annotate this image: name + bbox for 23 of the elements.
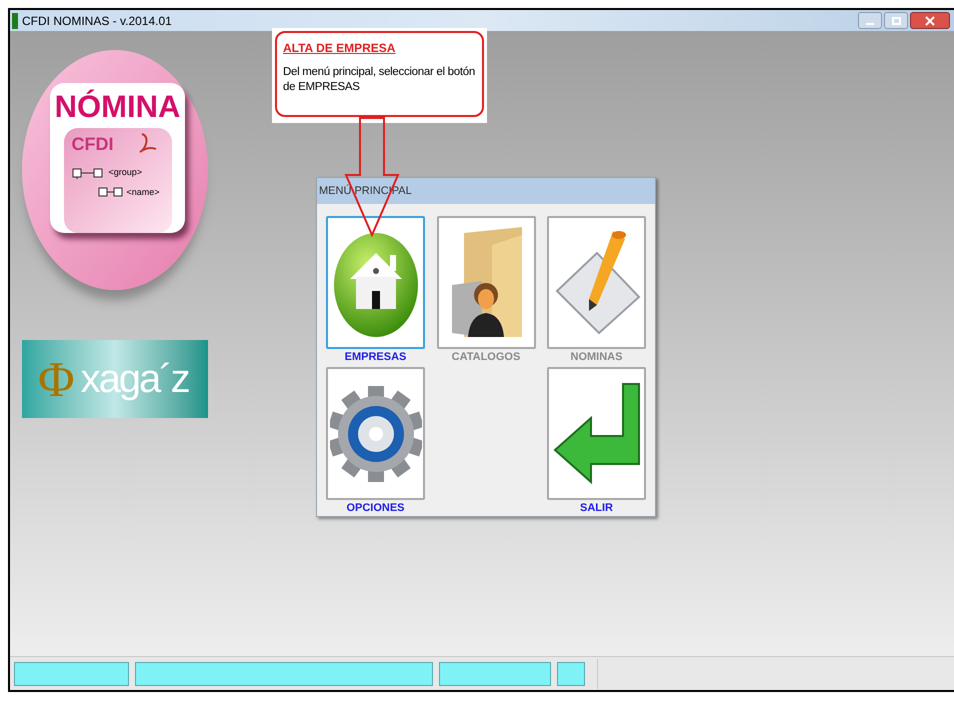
close-icon (925, 16, 935, 26)
minimize-button[interactable] (858, 12, 882, 29)
logo-subtitle: CFDI (72, 135, 114, 153)
logo-title: NÓMINA (54, 91, 180, 122)
close-button[interactable] (910, 12, 950, 29)
window-title: CFDI NOMINAS - v.2014.01 (22, 12, 172, 30)
menu-button[interactable] (326, 367, 425, 500)
callout-title: ALTA DE EMPRESA (283, 40, 396, 57)
tree-icon (98, 186, 124, 198)
app-icon (12, 12, 18, 28)
menu-button[interactable] (547, 367, 646, 500)
menu-button-label: EMPRESAS (344, 350, 406, 365)
menu-button-label: SALIR (580, 501, 613, 516)
brand-symbol: Φ (38, 354, 75, 404)
callout-text: Del menú principal, seleccionar el botón de EMPRESAS (283, 65, 476, 95)
menu-button-label: NOMINAS (570, 350, 622, 365)
tree-label: <group> (108, 166, 142, 179)
menu-button-label: CATALOGOS (452, 350, 520, 365)
tree-icon (72, 166, 106, 179)
tree-label: <name> (126, 186, 160, 198)
status-panel (557, 662, 585, 686)
menu-button-label: OPCIONES (346, 501, 405, 516)
maximize-button[interactable] (884, 12, 908, 29)
